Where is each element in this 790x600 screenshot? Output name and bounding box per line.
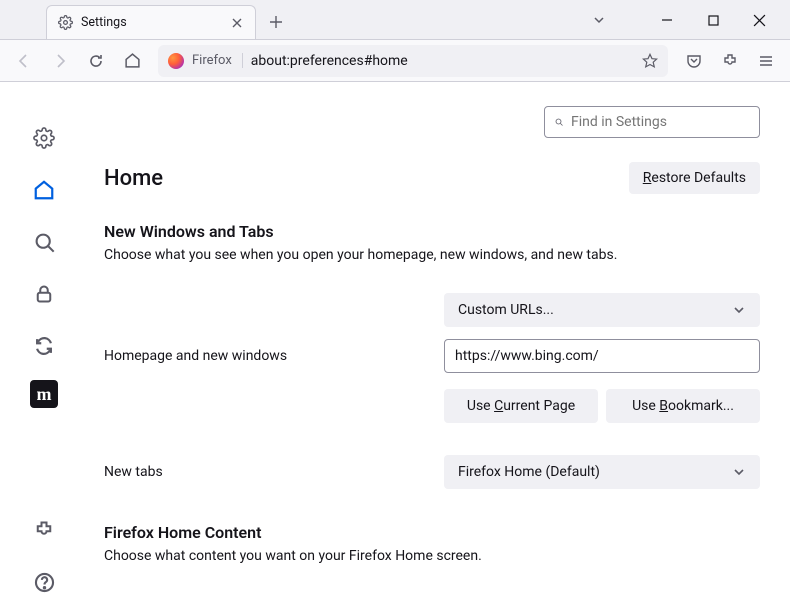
newtabs-label: New tabs (104, 464, 424, 480)
settings-main: Home Restore Defaults New Windows and Ta… (88, 82, 790, 600)
homepage-mode-select[interactable]: Custom URLs... (444, 293, 760, 327)
sidebar-more-mozilla[interactable]: m (30, 380, 58, 408)
sidebar-help[interactable] (26, 564, 62, 600)
sidebar-extensions[interactable] (26, 512, 62, 548)
tab-title: Settings (81, 15, 221, 30)
navigation-toolbar: Firefox about:preferences#home (0, 40, 790, 82)
new-windows-description: Choose what you see when you open your h… (104, 247, 760, 263)
titlebar: Settings (0, 0, 790, 40)
restore-defaults-button[interactable]: Restore Defaults (629, 162, 760, 194)
window-minimize-button[interactable] (644, 4, 690, 36)
use-bookmark-button[interactable]: Use Bookmark... (606, 389, 760, 423)
url-text: about:preferences#home (251, 53, 408, 69)
chevron-down-icon (732, 465, 746, 479)
homepage-mode-value: Custom URLs... (458, 302, 554, 318)
forward-button[interactable] (44, 45, 76, 77)
newtabs-select[interactable]: Firefox Home (Default) (444, 455, 760, 489)
bookmark-star-button[interactable] (642, 53, 658, 69)
sidebar-privacy[interactable] (26, 276, 62, 312)
gear-icon (57, 15, 73, 31)
homepage-label: Homepage and new windows (104, 348, 424, 364)
browser-tab[interactable]: Settings (46, 5, 256, 39)
content: m Home Restore Defaults New Windows and … (0, 82, 790, 600)
firefox-icon (168, 53, 184, 69)
page-title: Home (104, 166, 163, 191)
window-maximize-button[interactable] (690, 4, 736, 36)
app-menu-button[interactable] (750, 45, 782, 77)
chevron-down-icon (732, 303, 746, 317)
new-windows-heading: New Windows and Tabs (104, 222, 760, 241)
window-close-button[interactable] (736, 4, 782, 36)
search-icon (555, 115, 563, 129)
pocket-button[interactable] (678, 45, 710, 77)
tabs-dropdown-button[interactable] (584, 13, 614, 27)
sidebar-general[interactable] (26, 120, 62, 156)
sidebar-home[interactable] (26, 172, 62, 208)
home-button[interactable] (116, 45, 148, 77)
newtabs-value: Firefox Home (Default) (458, 464, 600, 480)
settings-search-input[interactable] (571, 114, 749, 130)
reload-button[interactable] (80, 45, 112, 77)
window-controls (584, 4, 782, 36)
homepage-url-input[interactable] (444, 339, 760, 373)
back-button[interactable] (8, 45, 40, 77)
tab-close-button[interactable] (229, 15, 245, 31)
home-content-heading: Firefox Home Content (104, 523, 760, 542)
new-tab-button[interactable] (262, 8, 290, 36)
sidebar-sync[interactable] (26, 328, 62, 364)
use-current-page-button[interactable]: Use Current Page (444, 389, 598, 423)
url-bar[interactable]: Firefox about:preferences#home (158, 45, 668, 77)
home-content-description: Choose what content you want on your Fir… (104, 548, 760, 564)
sidebar-search[interactable] (26, 224, 62, 260)
settings-search[interactable] (544, 106, 760, 138)
identity-label: Firefox (192, 53, 243, 68)
extensions-button[interactable] (714, 45, 746, 77)
settings-sidebar: m (0, 82, 88, 600)
